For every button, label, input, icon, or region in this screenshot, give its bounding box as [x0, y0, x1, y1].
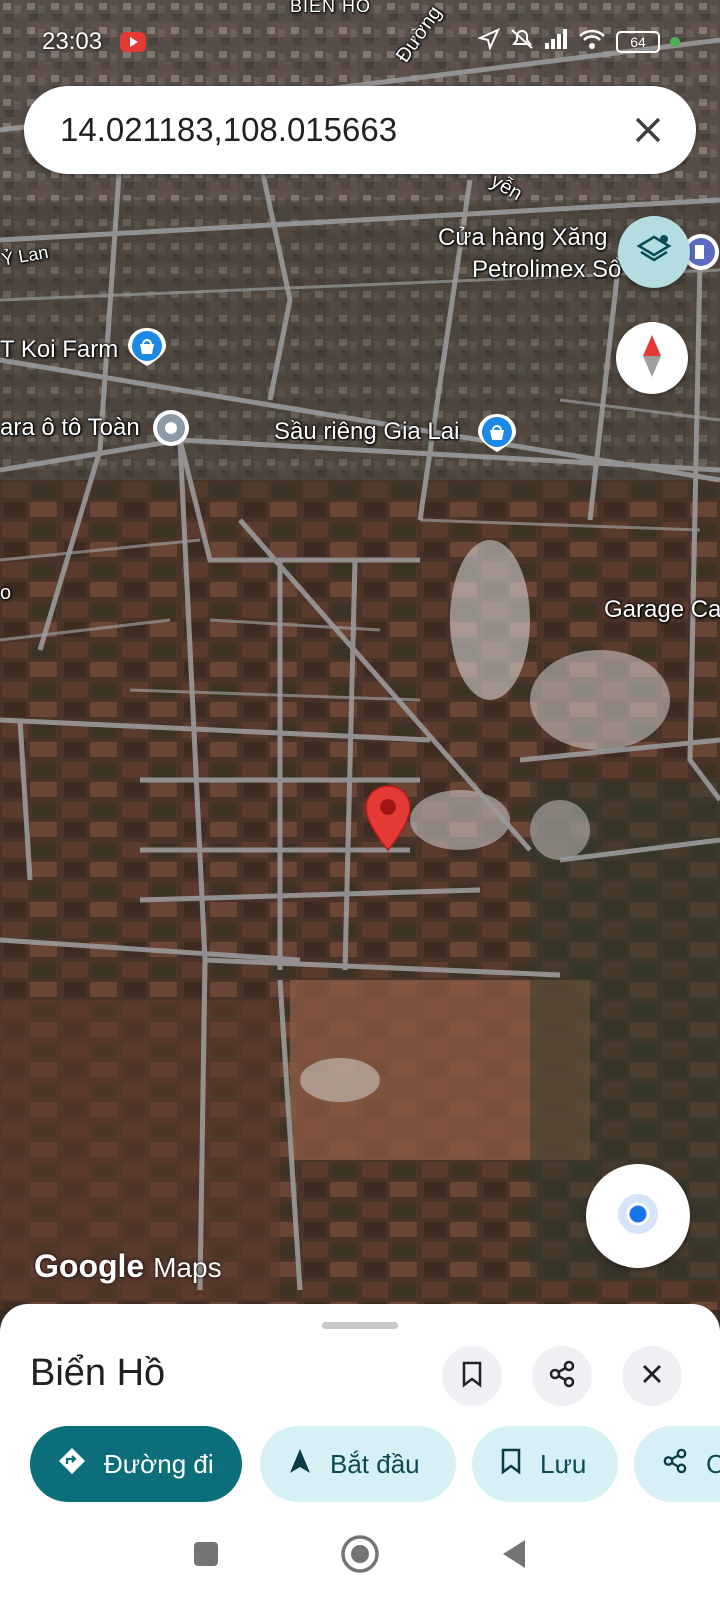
battery-level: 64	[630, 33, 646, 50]
save-chip[interactable]: Lưu	[472, 1426, 618, 1502]
square-icon	[192, 1540, 220, 1573]
poi-label-garage[interactable]: Garage Ca	[604, 596, 720, 624]
mute-icon	[510, 28, 534, 55]
layers-icon	[635, 231, 673, 274]
recents-button[interactable]	[184, 1534, 228, 1578]
home-circle-icon	[340, 1534, 380, 1579]
back-button[interactable]	[492, 1534, 536, 1578]
dot-icon	[670, 36, 680, 47]
poi-label-gara[interactable]: ara ô tô Toàn	[0, 414, 140, 442]
close-icon[interactable]	[630, 112, 666, 148]
compass-icon	[637, 333, 667, 384]
bookmark-icon	[500, 1447, 522, 1482]
layers-button[interactable]	[618, 216, 690, 288]
status-bar: 23:03 64	[0, 0, 720, 80]
signal-icon	[544, 28, 568, 55]
status-time: 23:03	[42, 28, 103, 55]
poi-label-koi-farm[interactable]: T Koi Farm	[0, 336, 118, 364]
share-icon	[548, 1360, 576, 1393]
navigate-arrow-icon	[288, 1447, 312, 1482]
close-icon	[640, 1362, 664, 1391]
map-label-edge: o	[0, 582, 12, 604]
search-input[interactable]	[60, 108, 600, 152]
status-icons: 64	[476, 28, 680, 55]
bookmark-button[interactable]	[442, 1346, 502, 1406]
shopping-pin-icon[interactable]	[126, 326, 168, 368]
my-location-icon	[616, 1192, 660, 1241]
red-pin-icon[interactable]	[364, 784, 412, 852]
map-view[interactable]: BIỂN HỒ Đường yễn Ỷ Lan T Koi Farm ara ô…	[0, 0, 720, 1310]
google-maps-logo: Google Maps	[34, 1248, 222, 1284]
battery-icon: 64	[616, 30, 660, 53]
home-button[interactable]	[338, 1534, 382, 1578]
youtube-icon	[120, 32, 146, 52]
start-chip[interactable]: Bắt đầu	[260, 1426, 456, 1502]
start-label: Bắt đầu	[330, 1448, 420, 1479]
bookmark-icon	[461, 1360, 483, 1393]
satellite-imagery	[0, 0, 720, 1310]
system-nav-bar	[0, 1520, 720, 1600]
directions-chip[interactable]: Đường đi	[30, 1426, 242, 1502]
share-chip[interactable]: C	[634, 1426, 720, 1502]
compass-button[interactable]	[616, 322, 688, 394]
directions-label: Đường đi	[104, 1448, 214, 1479]
grey-place-pin-icon[interactable]	[150, 408, 192, 450]
poi-label-gas-1[interactable]: Cửa hàng Xăng	[438, 224, 608, 252]
shopping-pin-icon[interactable]	[476, 412, 518, 454]
directions-icon	[58, 1447, 86, 1482]
my-location-button[interactable]	[586, 1164, 690, 1268]
place-title: Biển Hồ	[30, 1352, 166, 1394]
poi-label-sau-rieng[interactable]: Sầu riêng Gia Lai	[274, 418, 459, 446]
share-button[interactable]	[532, 1346, 592, 1406]
close-sheet-button[interactable]	[622, 1346, 682, 1406]
share-label: C	[706, 1448, 720, 1479]
search-bar[interactable]	[24, 86, 696, 174]
poi-label-gas-2[interactable]: Petrolimex Sổ	[472, 256, 621, 284]
share-icon	[662, 1448, 688, 1481]
sheet-drag-handle[interactable]	[322, 1322, 398, 1329]
wifi-icon	[578, 28, 606, 55]
save-label: Lưu	[540, 1448, 587, 1479]
back-triangle-icon	[499, 1538, 529, 1575]
location-arrow-icon	[476, 28, 500, 55]
